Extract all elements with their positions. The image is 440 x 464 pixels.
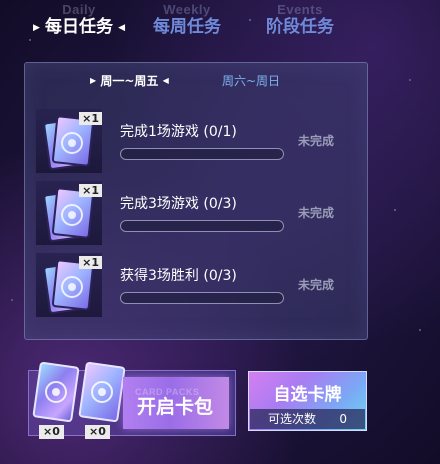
task-row: ×1 完成1场游戏 (0/1) 未完成 bbox=[36, 109, 366, 173]
card-pack-a-icon[interactable] bbox=[31, 359, 81, 425]
tab-daily-ghost: Daily bbox=[62, 2, 96, 17]
task-name: 完成1场游戏 (0/1) bbox=[120, 124, 237, 140]
open-pack-button[interactable]: CARD PACKS 开启卡包 bbox=[123, 377, 229, 429]
task-status: 未完成 bbox=[298, 278, 335, 292]
task-progress-bar bbox=[120, 148, 284, 160]
reward-count-badge: ×1 bbox=[79, 256, 102, 269]
reward-card-slot[interactable]: ×1 bbox=[36, 109, 102, 173]
arrow-left-icon: ◀ bbox=[118, 23, 126, 33]
select-remaining-value: 0 bbox=[339, 412, 347, 426]
task-tabs: Daily ▶ 每日任务 ◀ Weekly 每周任务 Events 阶段任务 bbox=[0, 0, 440, 48]
select-remaining-label: 可选次数 bbox=[268, 412, 317, 426]
card-pack-area: ×0 ×0 CARD PACKS 开启卡包 bbox=[28, 362, 236, 439]
reward-card-slot[interactable]: ×1 bbox=[36, 253, 102, 317]
task-name: 完成3场游戏 (0/3) bbox=[120, 196, 237, 212]
open-pack-label: 开启卡包 bbox=[137, 396, 214, 418]
card-pack-b-icon[interactable] bbox=[77, 359, 127, 425]
subtab-weekend-label: 周六~周日 bbox=[222, 74, 281, 88]
subtab-weekday[interactable]: ▶ 周一~周五 ◀ bbox=[90, 72, 169, 89]
tab-stage-label: 阶段任务 bbox=[266, 17, 334, 37]
card-pack-a-count: ×0 bbox=[39, 425, 64, 439]
arrow-right-icon: ▶ bbox=[90, 76, 97, 85]
select-remaining-bar: 可选次数 0 bbox=[250, 409, 365, 429]
subtab-weekday-label: 周一~周五 bbox=[100, 74, 159, 88]
arrow-right-icon: ▶ bbox=[33, 23, 40, 33]
tab-daily[interactable]: Daily ▶ 每日任务 ◀ bbox=[33, 2, 126, 37]
tab-weekly-label: 每周任务 bbox=[153, 17, 221, 37]
subtab-weekend[interactable]: 周六~周日 bbox=[222, 72, 280, 89]
task-row: ×1 获得3场胜利 (0/3) 未完成 bbox=[36, 253, 366, 317]
task-progress-bar bbox=[120, 220, 284, 232]
arrow-left-icon: ◀ bbox=[162, 76, 169, 85]
card-pack-b-count: ×0 bbox=[85, 425, 110, 439]
tab-weekly[interactable]: Weekly 每周任务 bbox=[153, 2, 221, 37]
tab-weekly-ghost: Weekly bbox=[163, 2, 211, 17]
tab-stage[interactable]: Events 阶段任务 bbox=[266, 2, 334, 37]
select-card-button[interactable]: 自选卡牌 可选次数 0 bbox=[248, 371, 367, 431]
task-progress-bar bbox=[120, 292, 284, 304]
task-status: 未完成 bbox=[298, 134, 335, 148]
task-name: 获得3场胜利 (0/3) bbox=[120, 268, 237, 284]
tab-daily-label: 每日任务 bbox=[45, 17, 114, 37]
reward-count-badge: ×1 bbox=[79, 184, 102, 197]
reward-card-slot[interactable]: ×1 bbox=[36, 181, 102, 245]
task-status: 未完成 bbox=[298, 206, 335, 220]
reward-count-badge: ×1 bbox=[79, 112, 102, 125]
task-row: ×1 完成3场游戏 (0/3) 未完成 bbox=[36, 181, 366, 245]
select-card-label: 自选卡牌 bbox=[273, 385, 342, 405]
tab-stage-ghost: Events bbox=[277, 2, 323, 17]
day-range-tabs: ▶ 周一~周五 ◀ 周六~周日 bbox=[24, 72, 366, 92]
